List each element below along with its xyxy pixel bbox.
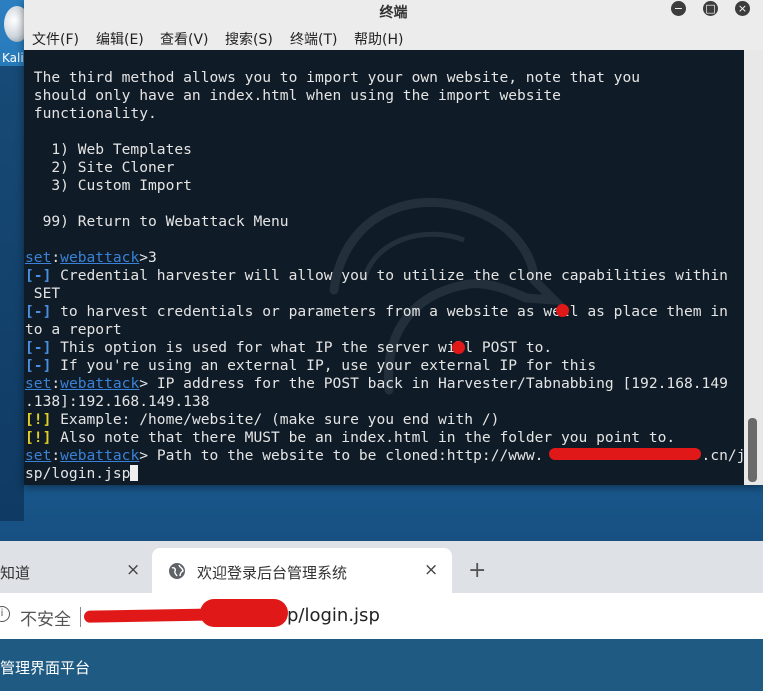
output-line: If you're using an external IP, use your… — [51, 357, 597, 374]
output-line: to harvest credentials or parameters fro… — [51, 303, 728, 320]
page-header: 管理界面平台 — [0, 639, 763, 691]
redaction-mark — [549, 448, 701, 460]
output-line: Credential harvester will allow you to u… — [51, 267, 728, 284]
close-icon[interactable]: × — [126, 560, 140, 580]
close-button[interactable]: × — [735, 1, 750, 16]
scrollbar-thumb[interactable] — [748, 418, 757, 482]
output-line: The third method allows you to import yo… — [25, 69, 641, 86]
prompt-module: webattack — [60, 249, 140, 266]
menu-help[interactable]: 帮助(H) — [354, 29, 403, 49]
output-line: Also note that there MUST be an index.ht… — [51, 429, 676, 446]
menu-edit[interactable]: 编辑(E) — [96, 29, 144, 49]
output-line: SET — [25, 285, 61, 302]
prompt-set: set — [25, 447, 52, 464]
info-tag: [-] — [25, 303, 52, 320]
prompt-module: webattack — [60, 375, 140, 392]
maximize-button[interactable]: □ — [703, 1, 718, 16]
terminal-scrollbar[interactable] — [744, 50, 763, 485]
globe-icon — [169, 563, 185, 579]
terminal-menubar: 文件(F) 编辑(E) 查看(V) 搜索(S) 终端(T) 帮助(H) — [24, 23, 763, 51]
info-icon[interactable]: i — [0, 606, 10, 622]
prompt-module: webattack — [60, 447, 140, 464]
tab-label: 欢迎登录后台管理系统 — [197, 564, 348, 582]
output-line: to a report — [25, 321, 122, 338]
prompt-gt: > — [139, 447, 149, 464]
output-line: IP address for the POST back in Harveste… — [148, 375, 728, 392]
output-line: should only have an index.html when usin… — [25, 87, 561, 104]
warning-tag: [!] — [25, 411, 52, 428]
address-divider — [80, 607, 81, 627]
redaction-mark — [556, 304, 569, 317]
info-tag: [-] — [25, 267, 52, 284]
terminal-window: 终端 − □ × 文件(F) 编辑(E) 查看(V) 搜索(S) 终端(T) 帮… — [24, 0, 763, 485]
menu-option-site-cloner: 2) Site Cloner — [25, 159, 175, 176]
prompt-gt: > — [139, 249, 149, 266]
minimize-button[interactable]: − — [671, 1, 686, 16]
prompt-colon: : — [51, 447, 61, 464]
url-text[interactable]: p/login.jsp — [287, 605, 380, 626]
menu-option-return: 99) Return to Webattack Menu — [25, 213, 289, 230]
tab-label: 知道 — [0, 564, 31, 582]
tab-zhidao[interactable]: 知道 × — [0, 548, 152, 593]
terminal-text: The third method allows you to import yo… — [25, 69, 744, 483]
user-input: 3 — [148, 249, 157, 266]
new-tab-button[interactable]: + — [468, 558, 486, 583]
terminal-cursor — [130, 465, 139, 481]
browser-window: 知道 × 欢迎登录后台管理系统 × + i 不安全 p/login.jsp 管理… — [0, 541, 763, 691]
redaction-mark — [452, 341, 465, 354]
prompt-set: set — [25, 249, 52, 266]
menu-option-custom-import: 3) Custom Import — [25, 177, 192, 194]
page-header-title: 管理界面平台 — [0, 659, 91, 677]
menu-file[interactable]: 文件(F) — [32, 29, 79, 49]
tab-admin-login[interactable]: 欢迎登录后台管理系统 × — [152, 548, 452, 593]
info-tag: [-] — [25, 339, 52, 356]
redaction-mark — [200, 599, 288, 627]
prompt-set: set — [25, 375, 52, 392]
menu-terminal[interactable]: 终端(T) — [290, 29, 337, 49]
prompt-colon: : — [51, 249, 61, 266]
prompt-gt: > — [139, 375, 149, 392]
output-line: .138]:192.168.149.138 — [25, 393, 210, 410]
tab-strip: 知道 × 欢迎登录后台管理系统 × + — [0, 541, 763, 593]
menu-search[interactable]: 搜索(S) — [225, 29, 273, 49]
info-tag: [-] — [25, 357, 52, 374]
output-line: functionality. — [25, 105, 157, 122]
warning-tag: [!] — [25, 429, 52, 446]
menu-view[interactable]: 查看(V) — [160, 29, 209, 49]
prompt-colon: : — [51, 375, 61, 392]
output-line: Example: /home/website/ (make sure you e… — [51, 411, 500, 428]
output-line: This option is used for what IP the serv… — [51, 339, 553, 356]
security-status[interactable]: 不安全 — [20, 605, 71, 630]
address-bar[interactable]: i 不安全 p/login.jsp — [0, 593, 763, 639]
menu-option-web-templates: 1) Web Templates — [25, 141, 192, 158]
window-title: 终端 — [379, 5, 408, 21]
close-icon[interactable]: × — [424, 560, 438, 580]
output-line: sp/login.jsp — [25, 465, 131, 482]
background-window-edge — [0, 66, 24, 521]
terminal-output[interactable]: The third method allows you to import yo… — [24, 50, 744, 485]
terminal-titlebar[interactable]: 终端 − □ × — [24, 0, 763, 23]
